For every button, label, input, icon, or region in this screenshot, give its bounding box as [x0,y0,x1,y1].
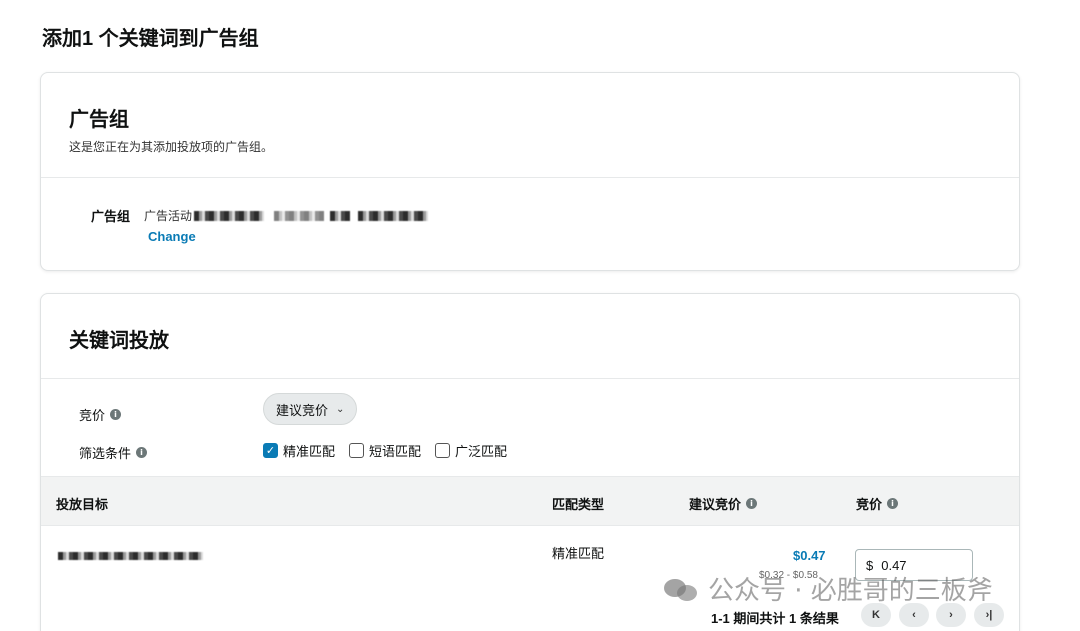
ad-group-card: 广告组 这是您正在为其添加投放项的广告组。 广告组 广告活动 Change [40,72,1020,271]
ad-group-card-header: 广告组 这是您正在为其添加投放项的广告组。 [41,73,1019,178]
col-header-target[interactable]: 投放目标 [56,494,108,513]
redacted-campaign-name [194,210,265,221]
campaign-prefix: 广告活动 [144,209,193,223]
page-title: 添加1 个关键词到广告组 [42,28,259,50]
redacted-campaign-name-part [274,210,325,221]
row-suggested-bid[interactable]: $0.47 [793,548,826,563]
bid-row: 竞价 i [79,405,122,424]
bid-header-label: 竞价 [856,497,883,512]
filter-phrase-checkbox[interactable]: 短语匹配 [349,441,421,460]
redacted-ad-group-name [358,210,429,221]
match-type-filters: ✓ 精准匹配 短语匹配 广泛匹配 [263,441,507,460]
ad-group-value: 广告活动 [144,206,429,225]
bid-dropdown-value: 建议竞价 [276,402,329,418]
keyword-card-title: 关键词投放 [69,330,169,352]
chevron-down-icon: ⌄ [336,403,345,415]
bid-label: 竞价 [79,408,106,423]
wechat-icon [662,575,702,603]
checkbox-unchecked-icon [349,443,365,458]
col-header-suggested-bid[interactable]: 建议竞价 i [689,494,758,513]
ad-group-label: 广告组 [91,209,131,224]
ad-group-card-subtitle: 这是您正在为其添加投放项的广告组。 [69,140,274,154]
filter-row: 筛选条件 i [79,443,148,462]
filter-exact-label: 精准匹配 [283,444,336,459]
filter-phrase-label: 短语匹配 [369,444,422,459]
ad-group-card-title: 广告组 [69,109,129,131]
row-match-type: 精准匹配 [552,546,605,561]
info-icon[interactable]: i [887,498,899,509]
col-header-match-type[interactable]: 匹配类型 [552,494,604,513]
info-icon[interactable]: i [110,409,122,420]
pagination-summary: 1-1 期间共计 1 条结果 [711,611,839,626]
table-header: 投放目标 匹配类型 建议竞价 i 竞价 i [41,476,1019,526]
col-header-bid[interactable]: 竞价 i [856,494,899,513]
keyword-card-header: 关键词投放 [41,294,1019,379]
redacted-keyword-text [58,552,203,560]
checkbox-checked-icon: ✓ [263,443,278,458]
redacted-keyword [56,548,203,563]
filter-exact-checkbox[interactable]: ✓ 精准匹配 [263,441,335,460]
info-icon[interactable]: i [136,447,148,458]
ad-group-row: 广告组 广告活动 [91,206,429,225]
watermark: 公众号 · 必胜哥的三板斧 [662,570,993,607]
bid-strategy-dropdown[interactable]: 建议竞价 ⌄ [263,393,358,425]
filter-label: 筛选条件 [79,446,132,461]
change-ad-group-link[interactable]: Change [148,229,196,244]
checkbox-unchecked-icon [435,443,451,458]
filter-broad-label: 广泛匹配 [455,444,508,459]
watermark-text: 公众号 · 必胜哥的三板斧 [708,576,993,606]
suggested-bid-header-label: 建议竞价 [689,497,742,512]
redacted-campaign-name-part [330,210,351,221]
info-icon[interactable]: i [746,498,758,509]
filter-broad-checkbox[interactable]: 广泛匹配 [435,441,507,460]
